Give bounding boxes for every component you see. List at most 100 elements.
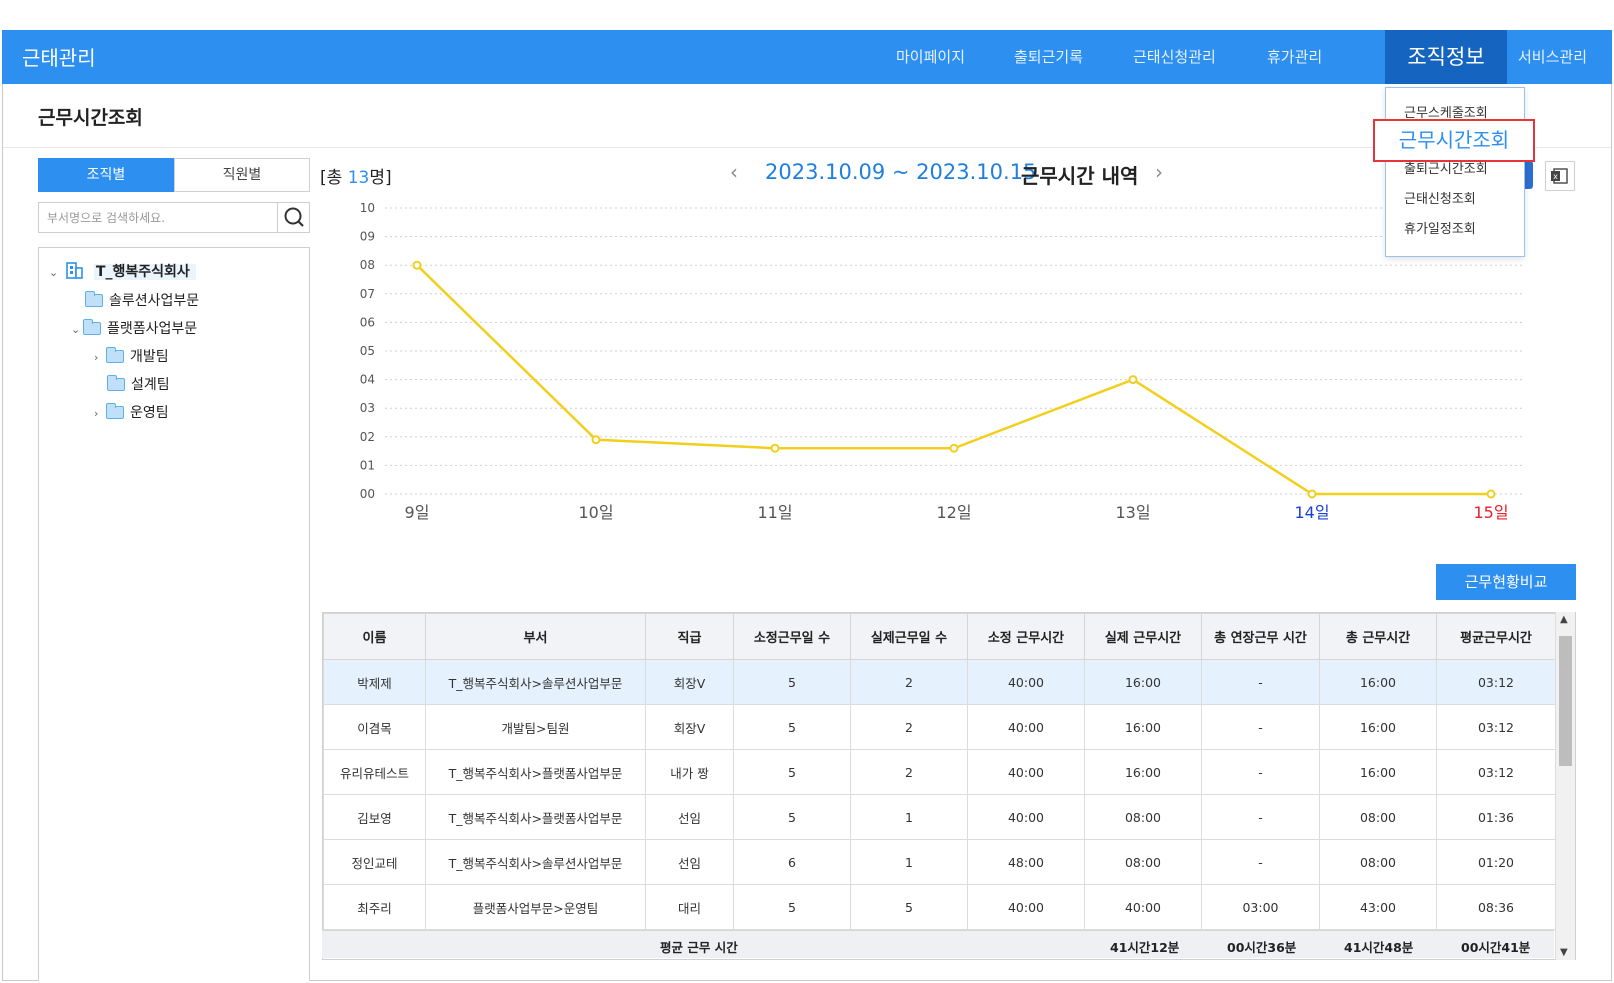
cell-actual-days: 1 [850, 839, 968, 885]
scrollbar-thumb[interactable] [1559, 636, 1572, 766]
excel-export-button[interactable]: x [1545, 161, 1575, 191]
scroll-down-icon[interactable]: ▼ [1560, 947, 1568, 958]
table-scrollbar[interactable]: ▲ ▼ [1555, 612, 1575, 960]
cell-rank: 내가 짱 [645, 749, 734, 795]
cell-actual-days: 5 [850, 884, 968, 930]
col-average-hours[interactable]: 평균근무시간 [1436, 613, 1556, 660]
search-button[interactable] [277, 203, 309, 232]
footer-average-hours: 00시간41분 [1461, 940, 1531, 955]
col-name[interactable]: 이름 [323, 613, 426, 660]
data-point[interactable] [770, 443, 780, 453]
count-prefix: [총 [320, 168, 348, 188]
cell-actual-hours: 08:00 [1084, 794, 1202, 840]
cell-actual-days: 2 [850, 749, 968, 795]
cell-overtime-hours: - [1201, 704, 1320, 750]
chevron-down-icon[interactable]: ⌄ [49, 261, 61, 285]
table-row[interactable]: 김보영 T_행복주식회사>플랫폼사업부문 선임 5 1 40:00 08:00-08:00 0… [323, 794, 1556, 840]
col-overtime-hours[interactable]: 총 연장근무 시간 [1201, 613, 1320, 660]
nav-attendance-request[interactable]: 근태신청관리 [1133, 30, 1216, 84]
tree-node-design[interactable]: 설계팀 [107, 373, 170, 397]
cell-name: 박제제 [323, 659, 426, 705]
cell-rank: 선임 [645, 839, 734, 885]
chevron-down-icon[interactable]: ⌄ [71, 318, 83, 342]
col-department[interactable]: 부서 [425, 613, 646, 660]
y-tick-label: 06 [360, 315, 375, 329]
cell-scheduled-days: 5 [733, 659, 851, 705]
data-point[interactable] [591, 435, 601, 445]
prev-week-button[interactable]: ‹ [730, 160, 738, 184]
cell-overtime-hours: 03:00 [1201, 884, 1320, 930]
org-tree: ⌄ T_행복주식회사 솔루션사업부문 ⌄ 플랫폼사업부문 › 개발팀 설계팀 › 운영… [38, 247, 310, 981]
cell-total-hours: 08:00 [1319, 839, 1437, 885]
data-point[interactable] [1486, 489, 1496, 499]
excel-icon: x [1551, 168, 1568, 184]
cell-total-hours: 16:00 [1319, 659, 1437, 705]
cell-actual-hours: 40:00 [1084, 884, 1202, 930]
y-tick-label: 10 [360, 201, 375, 215]
col-scheduled-hours[interactable]: 소정 근무시간 [967, 613, 1085, 660]
submenu-vacation-schedule[interactable]: 휴가일정조회 [1404, 218, 1476, 237]
tree-node-platform[interactable]: ⌄ 플랫폼사업부문 [71, 317, 197, 341]
tree-node-ops[interactable]: › 운영팀 [94, 401, 169, 425]
table-row[interactable]: 정인교테 T_행복주식회사>솔루션사업부문 선임 6 1 48:00 08:00-08:00… [323, 839, 1556, 885]
col-actual-hours[interactable]: 실제 근무시간 [1084, 613, 1202, 660]
cell-department: T_행복주식회사>플랫폼사업부문 [425, 749, 646, 795]
tree-node-solution[interactable]: 솔루션사업부문 [85, 289, 199, 313]
data-point[interactable] [1128, 375, 1138, 385]
cell-scheduled-hours: 40:00 [967, 884, 1085, 930]
period-range: 2023.10.09 ~ 2023.10.15 [765, 160, 1037, 184]
cell-name: 이겸목 [323, 704, 426, 750]
folder-icon [106, 403, 124, 419]
top-nav-bar: 근태관리 마이페이지 출퇴근기록 근태신청관리 휴가관리 조직정보 서비스관리 [2, 30, 1612, 84]
cell-overtime-hours: - [1201, 659, 1320, 705]
col-actual-days[interactable]: 실제근무일 수 [850, 613, 968, 660]
nav-service[interactable]: 서비스관리 [1518, 30, 1587, 84]
organization-submenu: 근무스케줄조회 출퇴근시간조회 근태신청조회 휴가일정조회 [1385, 87, 1525, 257]
data-point[interactable] [412, 260, 422, 270]
table-row[interactable]: 최주리 플랫폼사업부문>운영팀 대리 5 5 40:00 40:00 03:00 43:00 08… [323, 884, 1556, 930]
x-tick-label: 12일 [936, 503, 971, 522]
folder-icon [85, 291, 103, 307]
cell-average-hours: 03:12 [1436, 659, 1556, 705]
tree-node-root[interactable]: ⌄ T_행복주식회사 [49, 260, 196, 284]
cell-scheduled-days: 5 [733, 749, 851, 795]
cell-actual-hours: 16:00 [1084, 749, 1202, 795]
table-row[interactable]: 유리유테스트 T_행복주식회사>플랫폼사업부문 내가 짱 5 2 40:00 16:00-1… [323, 749, 1556, 795]
compare-status-button[interactable]: 근무현황비교 [1436, 564, 1576, 600]
table-row[interactable]: 박제제 T_행복주식회사>솔루션사업부문 회장V 5 2 40:00 16:00-16:00… [323, 659, 1556, 705]
submenu-work-hours-selected[interactable]: 근무시간조회 [1373, 119, 1535, 162]
col-scheduled-days[interactable]: 소정근무일 수 [733, 613, 851, 660]
y-tick-label: 07 [360, 287, 375, 301]
cell-average-hours: 08:36 [1436, 884, 1556, 930]
col-rank[interactable]: 직급 [645, 613, 734, 660]
col-total-hours[interactable]: 총 근무시간 [1319, 613, 1437, 660]
page-title: 근무시간조회 [38, 107, 143, 129]
tab-by-employee[interactable]: 직원별 [174, 158, 310, 192]
y-tick-label: 02 [360, 430, 375, 444]
tree-node-dev[interactable]: › 개발팀 [94, 345, 169, 369]
nav-attendance-record[interactable]: 출퇴근기록 [1014, 30, 1083, 84]
chevron-right-icon[interactable]: › [94, 402, 106, 426]
chevron-right-icon[interactable]: › [94, 346, 106, 370]
cell-scheduled-days: 5 [733, 704, 851, 750]
data-point[interactable] [1307, 489, 1317, 499]
nav-mypage[interactable]: 마이페이지 [896, 30, 965, 84]
nav-organization[interactable]: 조직정보 [1385, 30, 1507, 84]
tree-root-label[interactable]: T_행복주식회사 [93, 264, 196, 280]
department-search-input[interactable] [39, 203, 271, 232]
app-title[interactable]: 근태관리 [22, 42, 96, 71]
next-week-button[interactable]: › [1155, 160, 1163, 184]
department-search [38, 202, 310, 233]
data-point[interactable] [949, 443, 959, 453]
tab-by-organization[interactable]: 조직별 [38, 158, 174, 192]
cell-total-hours: 16:00 [1319, 749, 1437, 795]
table-row[interactable]: 이겸목 개발팀>팀원 회장V 5 2 40:00 16:00-16:00 03:12 [323, 704, 1556, 750]
submenu-attendance-request[interactable]: 근태신청조회 [1404, 188, 1476, 207]
cell-scheduled-days: 5 [733, 794, 851, 840]
tree-label: 개발팀 [130, 349, 169, 365]
scroll-up-icon[interactable]: ▲ [1560, 614, 1568, 625]
cell-rank: 회장V [645, 704, 734, 750]
nav-vacation[interactable]: 휴가관리 [1267, 30, 1322, 84]
cell-average-hours: 01:20 [1436, 839, 1556, 885]
y-tick-label: 09 [360, 230, 375, 244]
